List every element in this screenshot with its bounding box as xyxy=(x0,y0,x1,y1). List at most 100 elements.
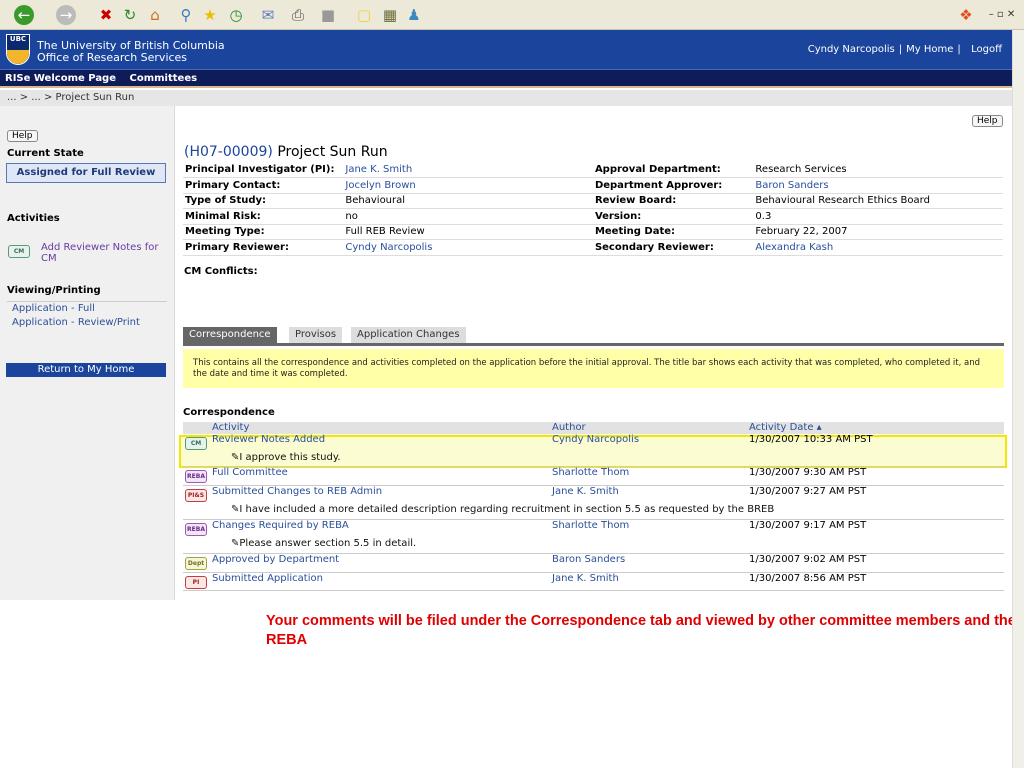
activity-link[interactable]: Full Committee xyxy=(212,467,288,478)
note-text: Please answer section 5.5 in detail. xyxy=(239,538,417,549)
detail-label: Department Approver: xyxy=(592,177,754,194)
detail-label: Review Board: xyxy=(592,193,754,209)
main-nav: RISe Welcome Page Committees xyxy=(0,69,1012,88)
application-review-print-link[interactable]: Application - Review/Print xyxy=(12,317,140,328)
detail-label: Secondary Reviewer: xyxy=(592,239,754,256)
detail-value[interactable]: Jane K. Smith xyxy=(343,162,593,178)
activity-link[interactable]: Changes Required by REBA xyxy=(212,520,349,531)
activity-date: 1/30/2007 10:33 AM PST xyxy=(749,434,873,445)
dept-badge-icon: Dept xyxy=(185,557,207,570)
help-button-main[interactable]: Help xyxy=(972,115,1003,127)
separator: | xyxy=(957,44,961,55)
nav-committees[interactable]: Committees xyxy=(130,73,198,84)
detail-label: Version: xyxy=(592,208,754,225)
add-reviewer-notes-link[interactable]: Add Reviewer Notes for CM xyxy=(41,242,166,264)
research-icon[interactable]: ▦ xyxy=(380,5,400,25)
application-full-link[interactable]: Application - Full xyxy=(12,303,95,314)
author-link[interactable]: Cyndy Narcopolis xyxy=(552,434,639,445)
detail-row: Type of Study: Behavioural Review Board: Be… xyxy=(183,193,1003,209)
edit-icon[interactable]: ■ xyxy=(318,5,338,25)
tab-correspondence[interactable]: Correspondence xyxy=(183,327,277,343)
favorites-icon[interactable]: ★ xyxy=(200,5,220,25)
pis-badge-icon: PI&S xyxy=(185,489,207,502)
detail-value: February 22, 2007 xyxy=(753,224,1003,240)
detail-value[interactable]: Alexandra Kash xyxy=(753,239,1003,256)
activity-date: 1/30/2007 9:17 AM PST xyxy=(749,520,867,531)
author-link[interactable]: Baron Sanders xyxy=(552,554,625,565)
detail-value[interactable]: Cyndy Narcopolis xyxy=(343,239,593,256)
breadcrumb[interactable]: ... > ... > Project Sun Run xyxy=(0,90,1012,106)
author-link[interactable]: Sharlotte Thom xyxy=(552,467,629,478)
activity-date: 1/30/2007 9:02 AM PST xyxy=(749,554,867,565)
col-author[interactable]: Author xyxy=(552,422,586,433)
activity-date: 1/30/2007 9:27 AM PST xyxy=(749,486,867,497)
protocol-id: (H07-00009) xyxy=(184,144,273,160)
cm-badge-icon: CM xyxy=(185,437,207,450)
detail-value: Research Services xyxy=(753,162,1003,178)
viewing-printing-label: Viewing/Printing xyxy=(7,285,101,296)
detail-value[interactable]: Baron Sanders xyxy=(753,177,1003,194)
stop-icon[interactable]: ✖ xyxy=(96,5,116,25)
detail-label: Approval Department: xyxy=(592,162,754,178)
refresh-icon[interactable]: ↻ xyxy=(120,5,140,25)
activities-label: Activities xyxy=(7,213,60,224)
pi-badge-icon: PI xyxy=(185,576,207,589)
mail-icon[interactable]: ✉ xyxy=(258,5,278,25)
detail-value: Behavioural xyxy=(343,193,593,209)
detail-label: Primary Reviewer: xyxy=(183,239,344,256)
window-controls[interactable]: – ▫ ✕ xyxy=(984,5,1020,25)
cm-conflicts-label: CM Conflicts: xyxy=(184,266,258,277)
tab-provisos[interactable]: Provisos xyxy=(289,327,343,343)
current-state-badge: Assigned for Full Review xyxy=(6,163,166,183)
activity-link[interactable]: Reviewer Notes Added xyxy=(212,434,325,445)
col-activity-date[interactable]: Activity Date ▴ xyxy=(749,422,822,433)
browser-toolbar: ← → ✖ ↻ ⌂ ⚲ ★ ◷ ✉ ⎙ ■ ▢ ▦ ♟ ❖ – ▫ ✕ xyxy=(0,0,1024,30)
table-row: Dept Approved by Department Baron Sander… xyxy=(183,554,1004,573)
author-link[interactable]: Jane K. Smith xyxy=(552,573,619,584)
separator: | xyxy=(898,44,903,55)
home-icon[interactable]: ⌂ xyxy=(145,5,165,25)
correspondence-table: Activity Author Activity Date ▴ CM Revie… xyxy=(183,422,1004,591)
author-link[interactable]: Sharlotte Thom xyxy=(552,520,629,531)
forward-icon[interactable]: → xyxy=(56,5,76,25)
page-title: (H07-00009) Project Sun Run xyxy=(184,144,388,160)
table-header: Activity Author Activity Date ▴ xyxy=(183,422,1004,434)
nav-rise-welcome[interactable]: RISe Welcome Page xyxy=(5,73,116,84)
history-icon[interactable]: ◷ xyxy=(226,5,246,25)
col-activity[interactable]: Activity xyxy=(212,422,249,433)
messenger-icon[interactable]: ♟ xyxy=(404,5,424,25)
site-header: UBC The University of British Columbia O… xyxy=(0,30,1012,69)
print-icon[interactable]: ⎙ xyxy=(288,5,308,25)
detail-label: Primary Contact: xyxy=(183,177,344,194)
notes-icon[interactable]: ▢ xyxy=(354,5,374,25)
activity-date: 1/30/2007 8:56 AM PST xyxy=(749,573,867,584)
current-state-label: Current State xyxy=(7,148,84,159)
note-text: I have included a more detailed descript… xyxy=(239,504,775,515)
details-table: Principal Investigator (PI): Jane K. Smit… xyxy=(183,162,1003,256)
user-name-link[interactable]: Cyndy Narcopolis xyxy=(808,44,895,55)
activity-link[interactable]: Submitted Changes to REB Admin xyxy=(212,486,382,497)
back-icon[interactable]: ← xyxy=(14,5,34,25)
table-row: REBA Changes Required by REBA Sharlotte … xyxy=(183,520,1004,554)
return-to-my-home-button[interactable]: Return to My Home xyxy=(6,363,166,377)
table-row: PI Submitted Application Jane K. Smith 1… xyxy=(183,573,1004,591)
search-icon[interactable]: ⚲ xyxy=(176,5,196,25)
detail-value[interactable]: Jocelyn Brown xyxy=(343,177,593,194)
tab-application-changes[interactable]: Application Changes xyxy=(351,327,466,343)
detail-value: Behavioural Research Ethics Board xyxy=(753,193,1003,209)
info-box: This contains all the correspondence and… xyxy=(183,349,1004,388)
detail-row: Principal Investigator (PI): Jane K. Smit… xyxy=(183,162,1003,178)
detail-label: Meeting Type: xyxy=(183,224,344,240)
reba-badge-icon: REBA xyxy=(185,523,207,536)
activity-date: 1/30/2007 9:30 AM PST xyxy=(749,467,867,478)
logoff-link[interactable]: Logoff xyxy=(971,44,1002,55)
cm-badge-icon: CM xyxy=(8,245,30,258)
activity-link[interactable]: Approved by Department xyxy=(212,554,339,565)
scrollbar[interactable] xyxy=(1012,30,1024,768)
my-home-link[interactable]: My Home xyxy=(906,44,953,55)
note-text: I approve this study. xyxy=(239,452,341,463)
help-button[interactable]: Help xyxy=(7,130,38,142)
author-link[interactable]: Jane K. Smith xyxy=(552,486,619,497)
activity-link[interactable]: Submitted Application xyxy=(212,573,323,584)
table-row: REBA Full Committee Sharlotte Thom 1/30/… xyxy=(183,467,1004,486)
